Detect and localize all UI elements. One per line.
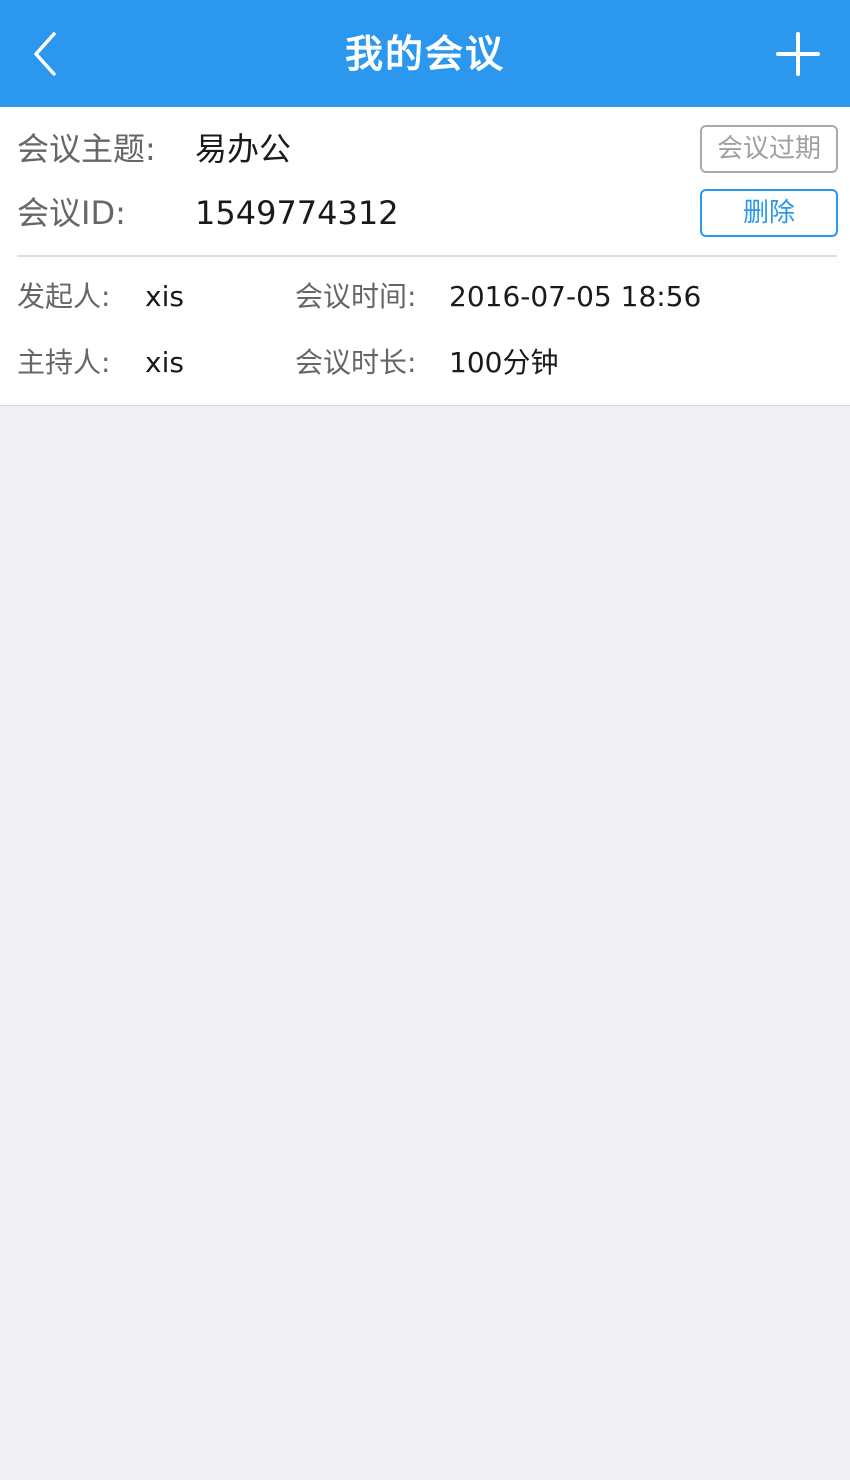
meeting-duration-value: 100分钟 <box>449 346 559 379</box>
host-value: xis <box>145 346 184 379</box>
host-label: 主持人: <box>17 346 111 379</box>
meeting-topic-label: 会议主题: <box>17 130 156 168</box>
expired-status-badge: 会议过期 <box>700 125 838 173</box>
meeting-topic-value: 易办公 <box>195 130 292 168</box>
initiator-value: xis <box>145 280 184 313</box>
meeting-id-value: 1549774312 <box>195 194 399 232</box>
meeting-card[interactable]: 会议主题: 易办公 会议过期 会议ID: 1549774312 删除 发起人: … <box>0 107 850 406</box>
page-title: 我的会议 <box>344 32 505 76</box>
navigation-bar: 我的会议 <box>0 0 850 107</box>
delete-button[interactable]: 删除 <box>700 189 838 237</box>
plus-icon <box>776 32 820 76</box>
meeting-id-label: 会议ID: <box>17 194 126 232</box>
initiator-label: 发起人: <box>17 280 111 313</box>
meeting-time-label: 会议时间: <box>295 280 417 313</box>
add-meeting-button[interactable] <box>768 24 828 84</box>
meeting-duration-label: 会议时长: <box>295 346 417 379</box>
divider <box>17 255 837 257</box>
meeting-time-value: 2016-07-05 18:56 <box>449 280 702 313</box>
